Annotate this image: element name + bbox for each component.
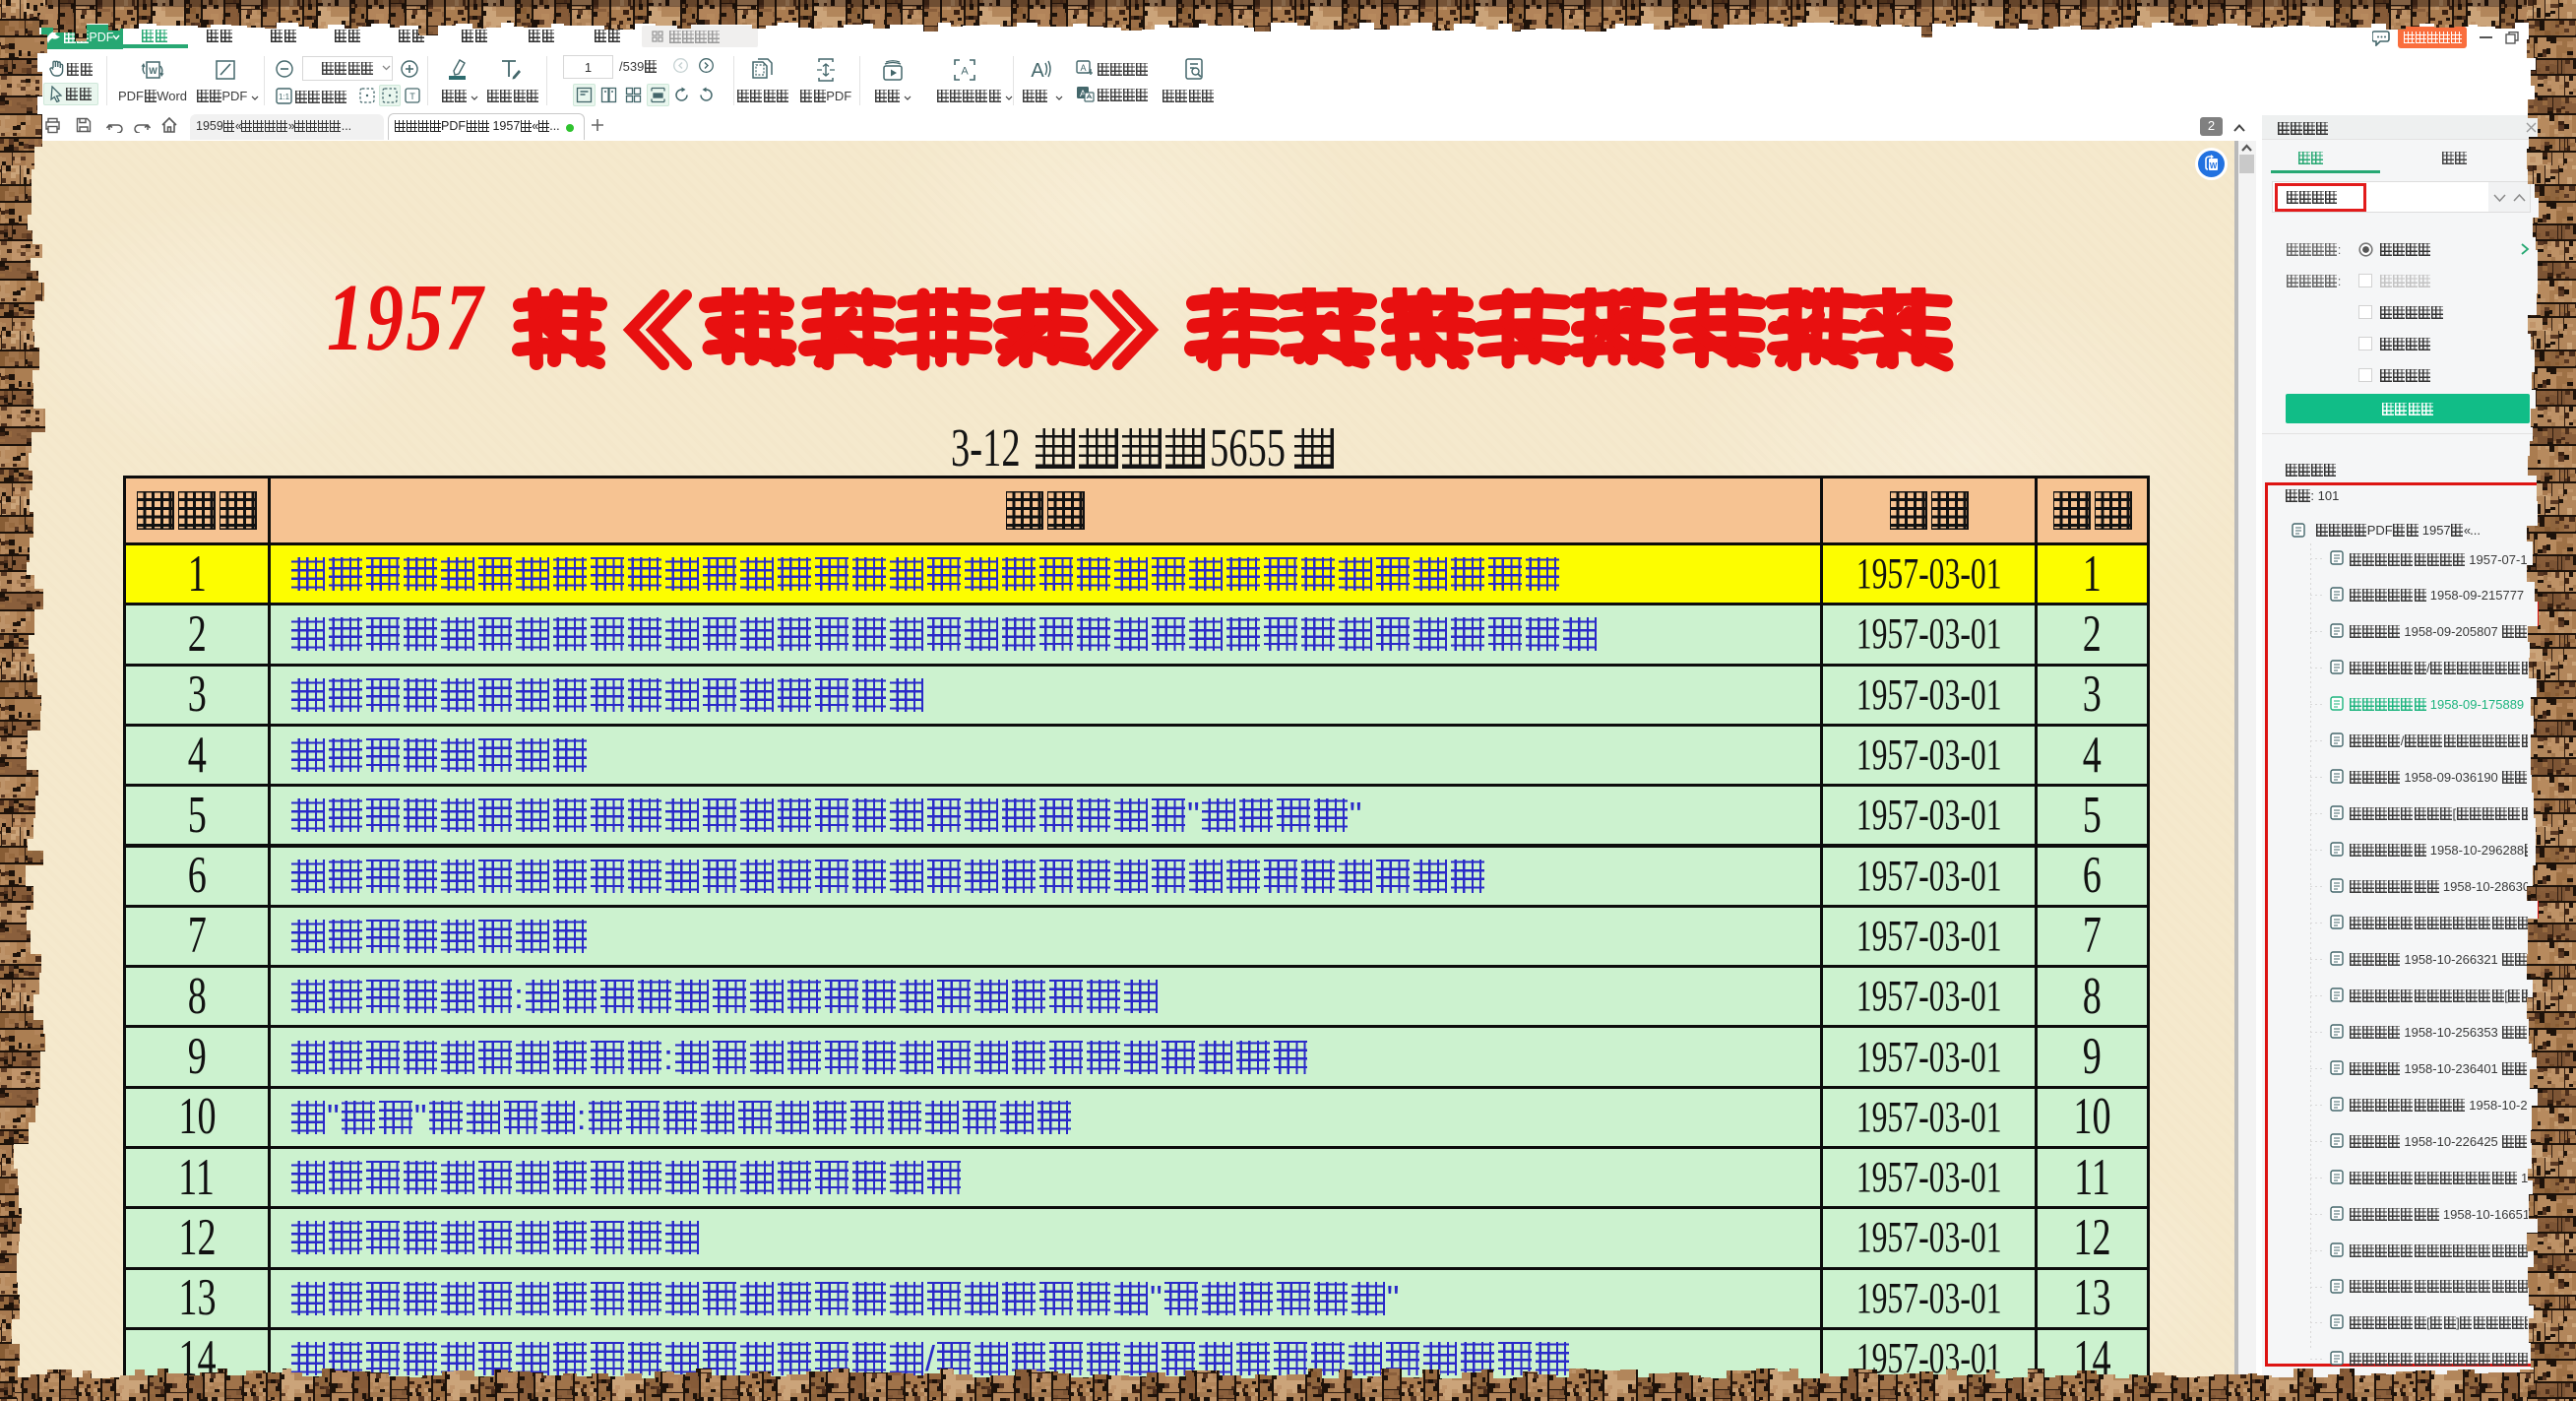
svg-text:W: W	[149, 66, 157, 76]
svg-text:A: A	[961, 66, 969, 78]
svg-text:T: T	[409, 92, 415, 101]
svg-text:W: W	[2210, 161, 2218, 170]
svg-text:1:1: 1:1	[279, 93, 290, 101]
svg-text:A: A	[1031, 60, 1044, 82]
svg-text:A: A	[1080, 63, 1086, 73]
